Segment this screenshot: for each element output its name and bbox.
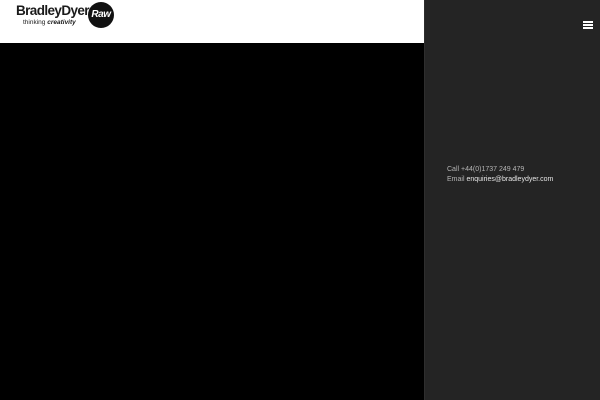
contact-info: Call +44(0)1737 249 479 Email enquiries@… <box>447 165 553 185</box>
email-label: Email <box>447 176 465 183</box>
call-label: Call <box>447 166 460 173</box>
sidebar-panel: Call +44(0)1737 249 479 Email enquiries@… <box>424 0 600 400</box>
hero-area <box>0 43 424 400</box>
email-link[interactable]: enquiries@bradleydyer.com <box>466 176 553 183</box>
menu-bar <box>583 27 593 29</box>
contact-email-line: Email enquiries@bradleydyer.com <box>447 175 553 185</box>
hamburger-menu-icon[interactable] <box>582 18 594 30</box>
logo-wordmark: BradleyDyer <box>16 3 90 18</box>
bradleydyer-raw-logo[interactable]: BradleyDyer Raw thinking creativity <box>16 2 116 29</box>
logo-tagline-emphasis: creativity <box>47 19 76 26</box>
contact-phone-line: Call +44(0)1737 249 479 <box>447 165 553 175</box>
phone-link[interactable]: +44(0)1737 249 479 <box>461 166 524 173</box>
site-header: BradleyDyer Raw thinking creativity <box>0 0 424 43</box>
logo-tagline: thinking creativity <box>23 19 76 27</box>
logo-tagline-prefix: thinking <box>23 19 46 26</box>
logo-raw-badge: Raw <box>88 2 114 28</box>
menu-bar <box>583 24 593 26</box>
menu-bar <box>583 21 593 23</box>
